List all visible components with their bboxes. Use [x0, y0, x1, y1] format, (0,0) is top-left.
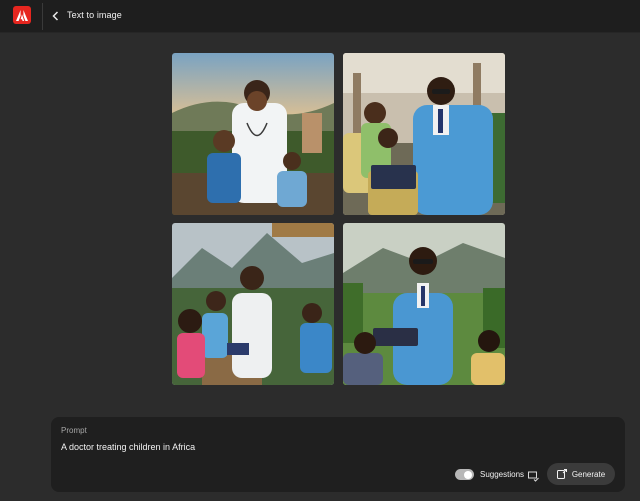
top-bar: Text to image — [0, 0, 640, 33]
generate-icon — [556, 469, 567, 479]
prompt-panel: Prompt A doctor treating children in Afr… — [51, 417, 625, 492]
generated-image-4[interactable] — [343, 223, 505, 385]
adobe-logo-icon[interactable] — [13, 6, 31, 24]
prompt-input[interactable]: A doctor treating children in Africa — [61, 442, 195, 452]
suggestions-settings-icon[interactable] — [528, 469, 539, 482]
generated-image-2[interactable] — [343, 53, 505, 215]
suggestions-label: Suggestions — [480, 470, 525, 479]
chevron-left-icon — [51, 11, 58, 21]
image-grid — [172, 53, 505, 386]
back-button[interactable] — [50, 9, 60, 23]
page-title: Text to image — [67, 10, 122, 20]
generate-button[interactable]: Generate — [547, 463, 615, 485]
toggle-knob — [464, 470, 472, 479]
generated-image-1[interactable] — [172, 53, 334, 215]
suggestions-toggle[interactable] — [455, 469, 474, 480]
generated-image-3[interactable] — [172, 223, 334, 385]
prompt-label: Prompt — [61, 426, 87, 435]
generate-label: Generate — [571, 469, 606, 479]
header-divider — [42, 3, 43, 30]
